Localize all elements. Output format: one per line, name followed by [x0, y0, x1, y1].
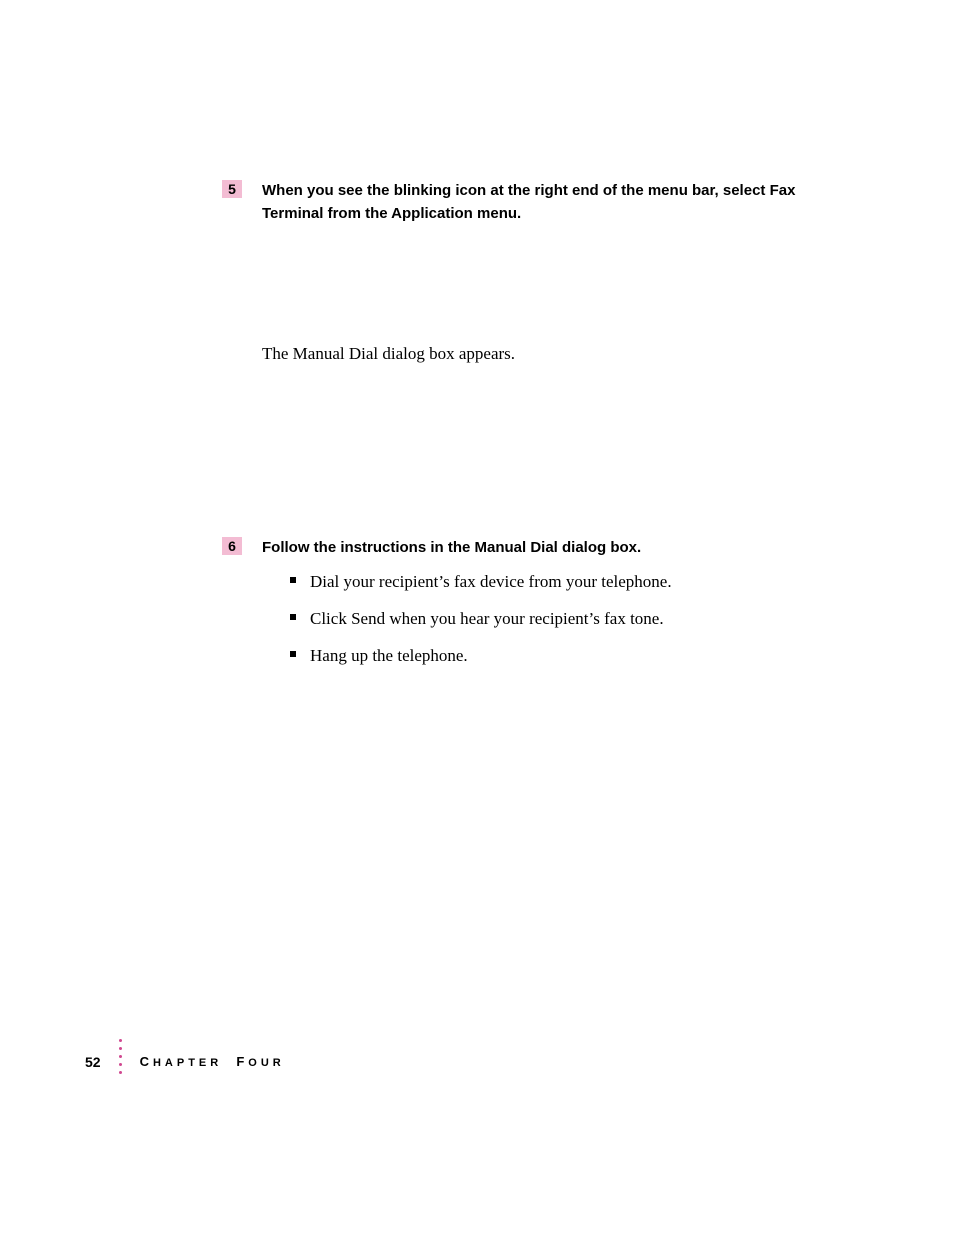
- page-footer: 52 CHAPTER FOUR: [85, 1049, 285, 1074]
- chapter-f: F: [236, 1054, 248, 1069]
- bullet-text: Hang up the telephone.: [310, 642, 468, 669]
- bullet-item: Click Send when you hear your recipient’…: [290, 605, 814, 632]
- bullet-text: Dial your recipient’s fax device from yo…: [310, 568, 672, 595]
- bullet-item: Hang up the telephone.: [290, 642, 814, 669]
- step-5: 5 When you see the blinking icon at the …: [222, 180, 814, 225]
- bullet-text: Click Send when you hear your recipient’…: [310, 605, 664, 632]
- bullet-item: Dial your recipient’s fax device from yo…: [290, 568, 814, 595]
- step-6-text: Follow the instructions in the Manual Di…: [262, 537, 641, 560]
- bullet-square-icon: [290, 651, 296, 657]
- chapter-our: OUR: [248, 1057, 284, 1069]
- bullet-list: Dial your recipient’s fax device from yo…: [290, 568, 814, 670]
- chapter-c: C: [140, 1054, 153, 1069]
- step-number-5: 5: [222, 180, 242, 198]
- step-6: 6 Follow the instructions in the Manual …: [222, 537, 814, 560]
- decorative-dots-icon: [119, 1039, 122, 1074]
- chapter-hapter: HAPTER: [153, 1057, 222, 1069]
- chapter-label: CHAPTER FOUR: [140, 1054, 285, 1069]
- bullet-square-icon: [290, 614, 296, 620]
- step-5-text: When you see the blinking icon at the ri…: [262, 180, 814, 225]
- body-text: The Manual Dial dialog box appears.: [262, 340, 814, 367]
- page-number: 52: [85, 1054, 101, 1070]
- step-number-6: 6: [222, 537, 242, 555]
- bullet-square-icon: [290, 577, 296, 583]
